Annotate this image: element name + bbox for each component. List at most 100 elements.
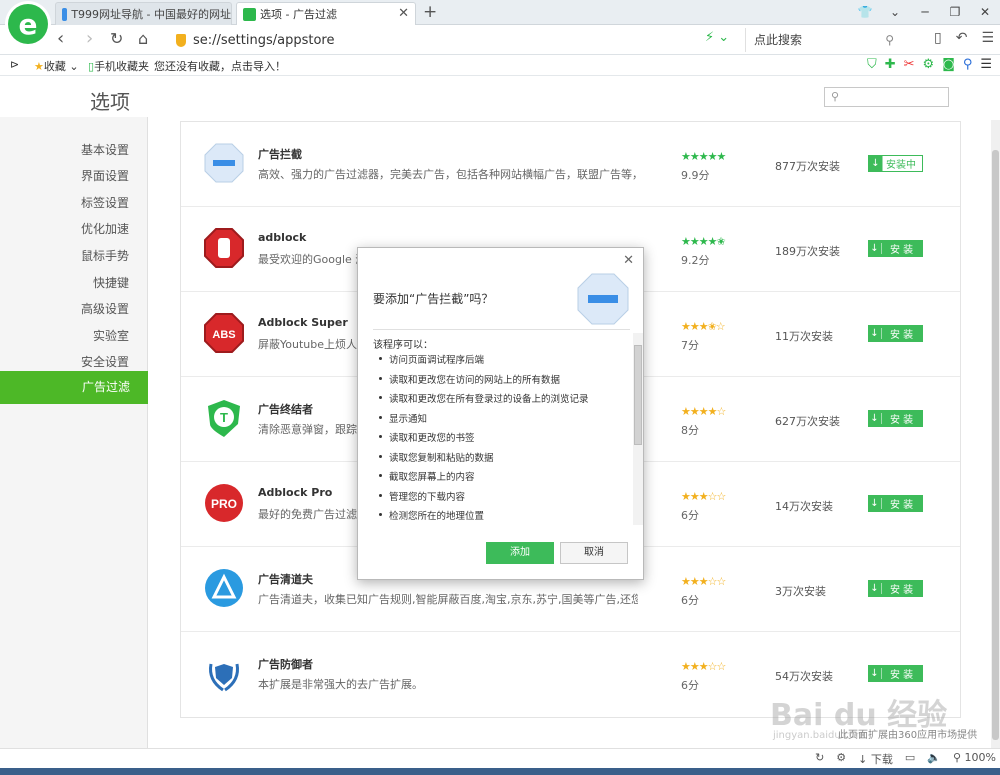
scrollbar-thumb[interactable] [634, 345, 642, 445]
download-icon: ↓ [868, 498, 882, 509]
address-bar[interactable]: se://settings/appstore [167, 28, 742, 52]
browser-logo[interactable]: e [8, 4, 48, 44]
puzzle-icon[interactable]: ⚙ [836, 751, 846, 767]
tab-label: T999网址导航 - 中国最好的网址 [71, 8, 231, 21]
more-icon[interactable]: ☰ [980, 57, 992, 72]
close-icon[interactable]: ✕ [623, 253, 634, 268]
extension-desc: 本扩展是非常强大的去广告扩展。 [258, 678, 423, 691]
refresh-icon[interactable]: ↻ [815, 751, 824, 767]
scrollbar-thumb[interactable] [992, 150, 999, 740]
zoom-icon: ⚲ [952, 751, 962, 764]
sidebar-item-interface[interactable]: 界面设置 [81, 167, 129, 184]
sidebar-item-optimize[interactable]: 优化加速 [81, 220, 129, 237]
security-shield-icon [176, 33, 186, 47]
cancel-button[interactable]: 取消 [560, 542, 628, 564]
install-button[interactable]: ↓ 安 装 [868, 325, 923, 342]
translate-icon[interactable]: ✚ [885, 57, 896, 72]
security-icon[interactable]: ⛉ [867, 57, 877, 72]
favorites-bar: ⊳ ★收藏 ⌄ ▯手机收藏夹 您还没有收藏，点击导入！ ⛉ ✚ ✂ ⚙ ◙ ⚲ … [0, 55, 1000, 76]
extension-score: 6分 [681, 509, 699, 522]
import-favorites-link[interactable]: 您还没有收藏，点击导入！ [154, 58, 286, 74]
restore-button[interactable]: ❐ [940, 0, 970, 25]
new-tab-button[interactable]: + [423, 2, 437, 22]
permissions-scrollbar[interactable] [633, 333, 643, 525]
os-taskbar [0, 768, 1000, 775]
permission-item: 读取和更改您在所有登录过的设备上的浏览记录 [373, 391, 628, 411]
permission-item: 截取您屏幕上的内容 [373, 469, 628, 489]
dialog-divider [373, 329, 630, 330]
search-box[interactable]: 点此搜索 ⚲ [745, 28, 900, 52]
minimize-button[interactable]: ─ [910, 0, 940, 25]
sidebar-item-tabs[interactable]: 标签设置 [81, 194, 129, 211]
close-window-button[interactable]: ✕ [970, 0, 1000, 25]
extension-installs: 627万次安装 [775, 415, 840, 428]
extension-desc: 广告清道夫，收集已知广告规则,智能屏蔽百度,淘宝,京东,苏宁,国美等广告,还您.… [258, 593, 638, 606]
favorites-menu[interactable]: ★收藏 ⌄ [34, 58, 79, 74]
forward-button[interactable]: › [86, 29, 93, 49]
permission-item: 读取和更改您的书签 [373, 430, 628, 450]
mobile-favorites[interactable]: ▯手机收藏夹 [88, 58, 149, 74]
extension-score: 7分 [681, 339, 699, 352]
add-button[interactable]: 添加 [486, 542, 554, 564]
sidebar-item-basic[interactable]: 基本设置 [81, 141, 129, 158]
page-scrollbar[interactable] [991, 120, 1000, 748]
install-button[interactable]: ↓ 安 装 [868, 580, 923, 597]
tablet-icon[interactable]: ▯ [934, 30, 942, 46]
installing-button[interactable]: ↓ 安装中 [868, 155, 923, 172]
rating-stars: ★★★✬☆ [681, 320, 726, 333]
provider-note: 此页面扩展由360应用市场提供 [838, 730, 978, 741]
address-url[interactable]: se://settings/appstore [193, 33, 334, 48]
page-icon[interactable]: ▭ [905, 751, 915, 767]
sidebar-item-security[interactable]: 安全设置 [81, 353, 129, 370]
tab-settings[interactable]: 选项 - 广告过滤 ✕ [236, 2, 416, 25]
collapse-icon[interactable]: ⌄ [880, 0, 910, 25]
extension-score: 8分 [681, 424, 699, 437]
rating-stars: ★★★☆☆ [681, 575, 726, 588]
star-icon: ★ [34, 60, 44, 73]
svg-text:T: T [220, 410, 228, 425]
search-icon[interactable]: ⚲ [885, 28, 894, 52]
sidebar-item-lab[interactable]: 实验室 [93, 327, 129, 344]
search-icon: ⚲ [831, 90, 840, 103]
octagon-block-icon [577, 273, 629, 325]
sidebar-toggle-icon[interactable]: ⊳ [10, 58, 19, 71]
skin-icon[interactable]: 👕 [850, 0, 880, 25]
menu-icon[interactable]: ☰ [981, 30, 994, 46]
install-button[interactable]: ↓ 安 装 [868, 410, 923, 427]
settings-sidebar: 基本设置 界面设置 标签设置 优化加速 鼠标手势 快捷键 高级设置 实验室 安全… [0, 117, 148, 748]
install-button[interactable]: ↓ 安 装 [868, 240, 923, 257]
sidebar-item-advanced[interactable]: 高级设置 [81, 300, 129, 317]
rating-stars: ★★★★✬ [681, 235, 726, 248]
download-icon: ↓ [869, 156, 883, 171]
speaker-icon[interactable]: 🔈 [927, 751, 941, 767]
tab-label: 选项 - 广告过滤 [260, 8, 337, 21]
options-search-input[interactable]: ⚲ [824, 87, 949, 107]
sidebar-item-gestures[interactable]: 鼠标手势 [81, 247, 129, 264]
download-status[interactable]: ↓ 下载 [858, 751, 893, 767]
reload-button[interactable]: ↻ [110, 29, 123, 49]
extension-score: 9.9分 [681, 169, 710, 182]
game-icon[interactable]: ◙ [942, 57, 955, 72]
permission-item: 访问页面调试程序后端 [373, 352, 628, 372]
install-button[interactable]: ↓ 安 装 [868, 665, 923, 682]
download-icon: ↓ [868, 328, 882, 339]
sidebar-item-shortcuts[interactable]: 快捷键 [93, 274, 129, 291]
extension-installs: 877万次安装 [775, 160, 840, 173]
pro-icon: PRO [205, 484, 243, 522]
home-button[interactable]: ⌂ [138, 29, 148, 49]
dialog-title: 要添加“广告拦截”吗？ [373, 292, 494, 306]
speed-mode-icon[interactable]: ⚡ ⌄ [705, 30, 729, 45]
dialog-subtitle: 该程序可以： [373, 340, 433, 351]
back-button[interactable]: ‹ [57, 29, 64, 49]
zoom-level[interactable]: ⚲ 100% [953, 751, 996, 767]
scissors-icon[interactable]: ✂ [904, 57, 915, 72]
stop-hand-icon [204, 228, 244, 268]
undo-icon[interactable]: ↶ [956, 30, 968, 46]
install-button[interactable]: ↓ 安 装 [868, 495, 923, 512]
rating-stars: ★★★☆☆ [681, 490, 726, 503]
close-tab-icon[interactable]: ✕ [398, 6, 409, 21]
tab-t999[interactable]: T999网址导航 - 中国最好的网址 [55, 2, 232, 25]
search-icon[interactable]: ⚲ [963, 57, 973, 72]
gear-icon[interactable]: ⚙ [923, 57, 935, 72]
sidebar-item-adfilter[interactable]: 广告过滤 [0, 371, 148, 404]
